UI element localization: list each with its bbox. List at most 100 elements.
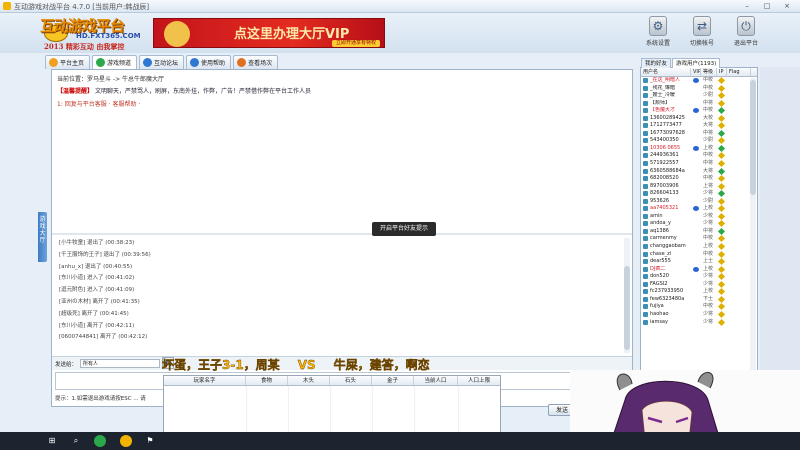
user-row[interactable]: 10306 0655 上校 [641, 144, 757, 153]
user-row[interactable]: aq1386 中将 [641, 227, 757, 236]
vip-badge-icon [693, 206, 699, 212]
tab-matches[interactable]: 查看场次 [233, 55, 279, 69]
col-vip[interactable]: VIP [691, 68, 701, 76]
user-row[interactable]: 826604133 少将 [641, 190, 757, 198]
send-target-select[interactable]: 所有人 [80, 359, 160, 368]
tab-game-users[interactable]: 游戏用户(1193) [672, 58, 721, 68]
tab-friends[interactable]: 我的好友 [641, 58, 672, 68]
user-row[interactable]: 【色魔大才 中校 [641, 107, 757, 115]
exit-button[interactable]: ⏻ 退出平台 [728, 16, 764, 47]
col-username[interactable]: 用户名 [641, 68, 691, 76]
user-row[interactable]: 16773097628 中将 [641, 129, 757, 138]
user-row[interactable]: 543400350 少尉 [641, 137, 757, 145]
user-row[interactable]: chase_zi 中校 [641, 250, 757, 259]
user-row[interactable]: 953626 少尉 [641, 197, 757, 206]
user-row[interactable]: iamsay 少将 [641, 318, 757, 327]
user-row[interactable]: fc237933950 上校 [641, 288, 757, 296]
user-name: carmenmy [650, 235, 677, 242]
user-row[interactable]: 244936361 中校 [641, 152, 757, 160]
user-avatar-icon [643, 161, 648, 167]
user-row[interactable]: dear555 上士 [641, 258, 757, 266]
exit-label: 退出平台 [733, 40, 758, 47]
user-avatar-icon [643, 259, 648, 265]
flag-gem-icon [717, 144, 726, 152]
user-level: 上校 [703, 288, 714, 295]
game-icon [96, 58, 106, 67]
user-row[interactable]: 897003906 上将 [641, 182, 757, 191]
log-entry: [东川小道] 离开了 (00:42:11) [59, 322, 135, 329]
user-level: 上校 [703, 205, 714, 212]
col-population[interactable]: 当前人口 [414, 376, 458, 385]
tip-text: 提示：1.如需退出游戏请按ESC ... 请 [55, 396, 146, 402]
tab-home[interactable]: 平台主页 [45, 55, 91, 69]
col-ip[interactable]: IP [717, 68, 727, 76]
user-avatar-icon [643, 191, 648, 197]
user-row[interactable]: 【颓师】 中将 [641, 99, 757, 108]
user-row[interactable]: _残花_琳暗 中校 [641, 84, 757, 93]
user-row[interactable]: _在这_明暗人 中校 [641, 76, 757, 85]
user-row[interactable]: 1712773477 大将 [641, 122, 757, 130]
user-name: aq1386 [650, 227, 669, 234]
user-level: 少将 [703, 220, 714, 227]
col-player[interactable]: 玩家名字 [164, 376, 246, 385]
close-button[interactable]: × [778, 1, 796, 11]
flag-gem-icon [717, 159, 726, 168]
user-row[interactable]: carmenmy 中校 [641, 235, 757, 243]
log-scrollbar[interactable] [624, 238, 630, 353]
user-row[interactable]: don520 少将 [641, 273, 757, 281]
col-flag[interactable]: Flag [727, 68, 751, 76]
tab-help[interactable]: 使用帮助 [186, 55, 232, 69]
user-list-scrollbar[interactable] [750, 78, 756, 406]
user-row[interactable]: changgaobam 上校 [641, 242, 757, 251]
user-row[interactable]: 13600289425 大校 [641, 114, 757, 123]
search-icon[interactable]: ⌕ [70, 435, 82, 447]
user-name: 543400350 [650, 137, 679, 144]
col-level[interactable]: 等级 [701, 68, 717, 76]
user-row[interactable]: 571922557 中将 [641, 159, 757, 168]
col-stone[interactable]: 石头 [330, 376, 372, 385]
user-row[interactable]: andoa_y 少将 [641, 220, 757, 228]
game-platform-icon[interactable] [120, 435, 132, 447]
switch-account-button[interactable]: ⇄ 切换帐号 [684, 16, 720, 47]
user-level: 中校 [703, 250, 714, 257]
app-icon [3, 2, 11, 10]
user-name: 【色魔大才 [650, 107, 676, 114]
side-tab-game-hall[interactable]: 游戏大厅 [38, 212, 47, 262]
user-row[interactable]: 682008520 中校 [641, 175, 757, 183]
user-row[interactable]: amin 少校 [641, 212, 757, 221]
user-row[interactable]: DJ疯二 上校 [641, 265, 757, 274]
user-row[interactable]: fujiya 中校 [641, 303, 757, 311]
banner-button[interactable]: 立即开通享有特权 [332, 40, 380, 47]
notice-link[interactable]: 1: 回复与平台客服 · 客服帮助 · [57, 99, 140, 108]
tab-label: 平台主页 [60, 60, 85, 67]
user-row[interactable]: aa7405321 上校 [641, 205, 757, 213]
settings-button[interactable]: ⚙ 系统设置 [640, 16, 676, 47]
user-row[interactable]: few6323480a 下士 [641, 295, 757, 304]
user-row[interactable]: 6360588684a 大将 [641, 167, 757, 176]
location-breadcrumb: 当前位置：罗马星斗 -> 牛总牛郎魔大厅 [57, 76, 165, 83]
col-gold[interactable]: 金子 [372, 376, 414, 385]
col-pop-cap[interactable]: 人口上限 [458, 376, 500, 385]
taskbar: ⊞ ⌕ ⚑ [0, 432, 800, 450]
scroll-thumb[interactable] [624, 266, 630, 350]
windows-start-icon[interactable]: ⊞ [46, 435, 58, 447]
col-food[interactable]: 食物 [246, 376, 288, 385]
vip-banner[interactable]: 点这里办理大厅VIP 立即开通享有特权 [153, 18, 385, 48]
user-row[interactable]: haohao 少将 [641, 310, 757, 319]
user-row[interactable]: FAGSI2 少将 [641, 280, 757, 289]
user-level: 中校 [703, 84, 714, 91]
user-avatar-icon [643, 274, 648, 280]
flag-gem-icon [717, 295, 726, 303]
maximize-button[interactable]: □ [758, 1, 776, 11]
scroll-thumb[interactable] [750, 80, 756, 195]
wechat-icon[interactable] [94, 435, 106, 447]
app-icon[interactable]: ⚑ [144, 435, 156, 447]
tab-forum[interactable]: 互动论坛 [139, 55, 185, 69]
user-name: chase_zi [650, 250, 672, 257]
col-wood[interactable]: 木头 [288, 376, 330, 385]
tab-label: 互动论坛 [154, 60, 179, 67]
user-row[interactable]: _嫂士_冷暖 少尉 [641, 92, 757, 100]
minimize-button[interactable]: – [738, 1, 756, 11]
user-name: andoa_y [650, 220, 671, 227]
tab-game-channel[interactable]: 游戏频道 [92, 55, 138, 69]
